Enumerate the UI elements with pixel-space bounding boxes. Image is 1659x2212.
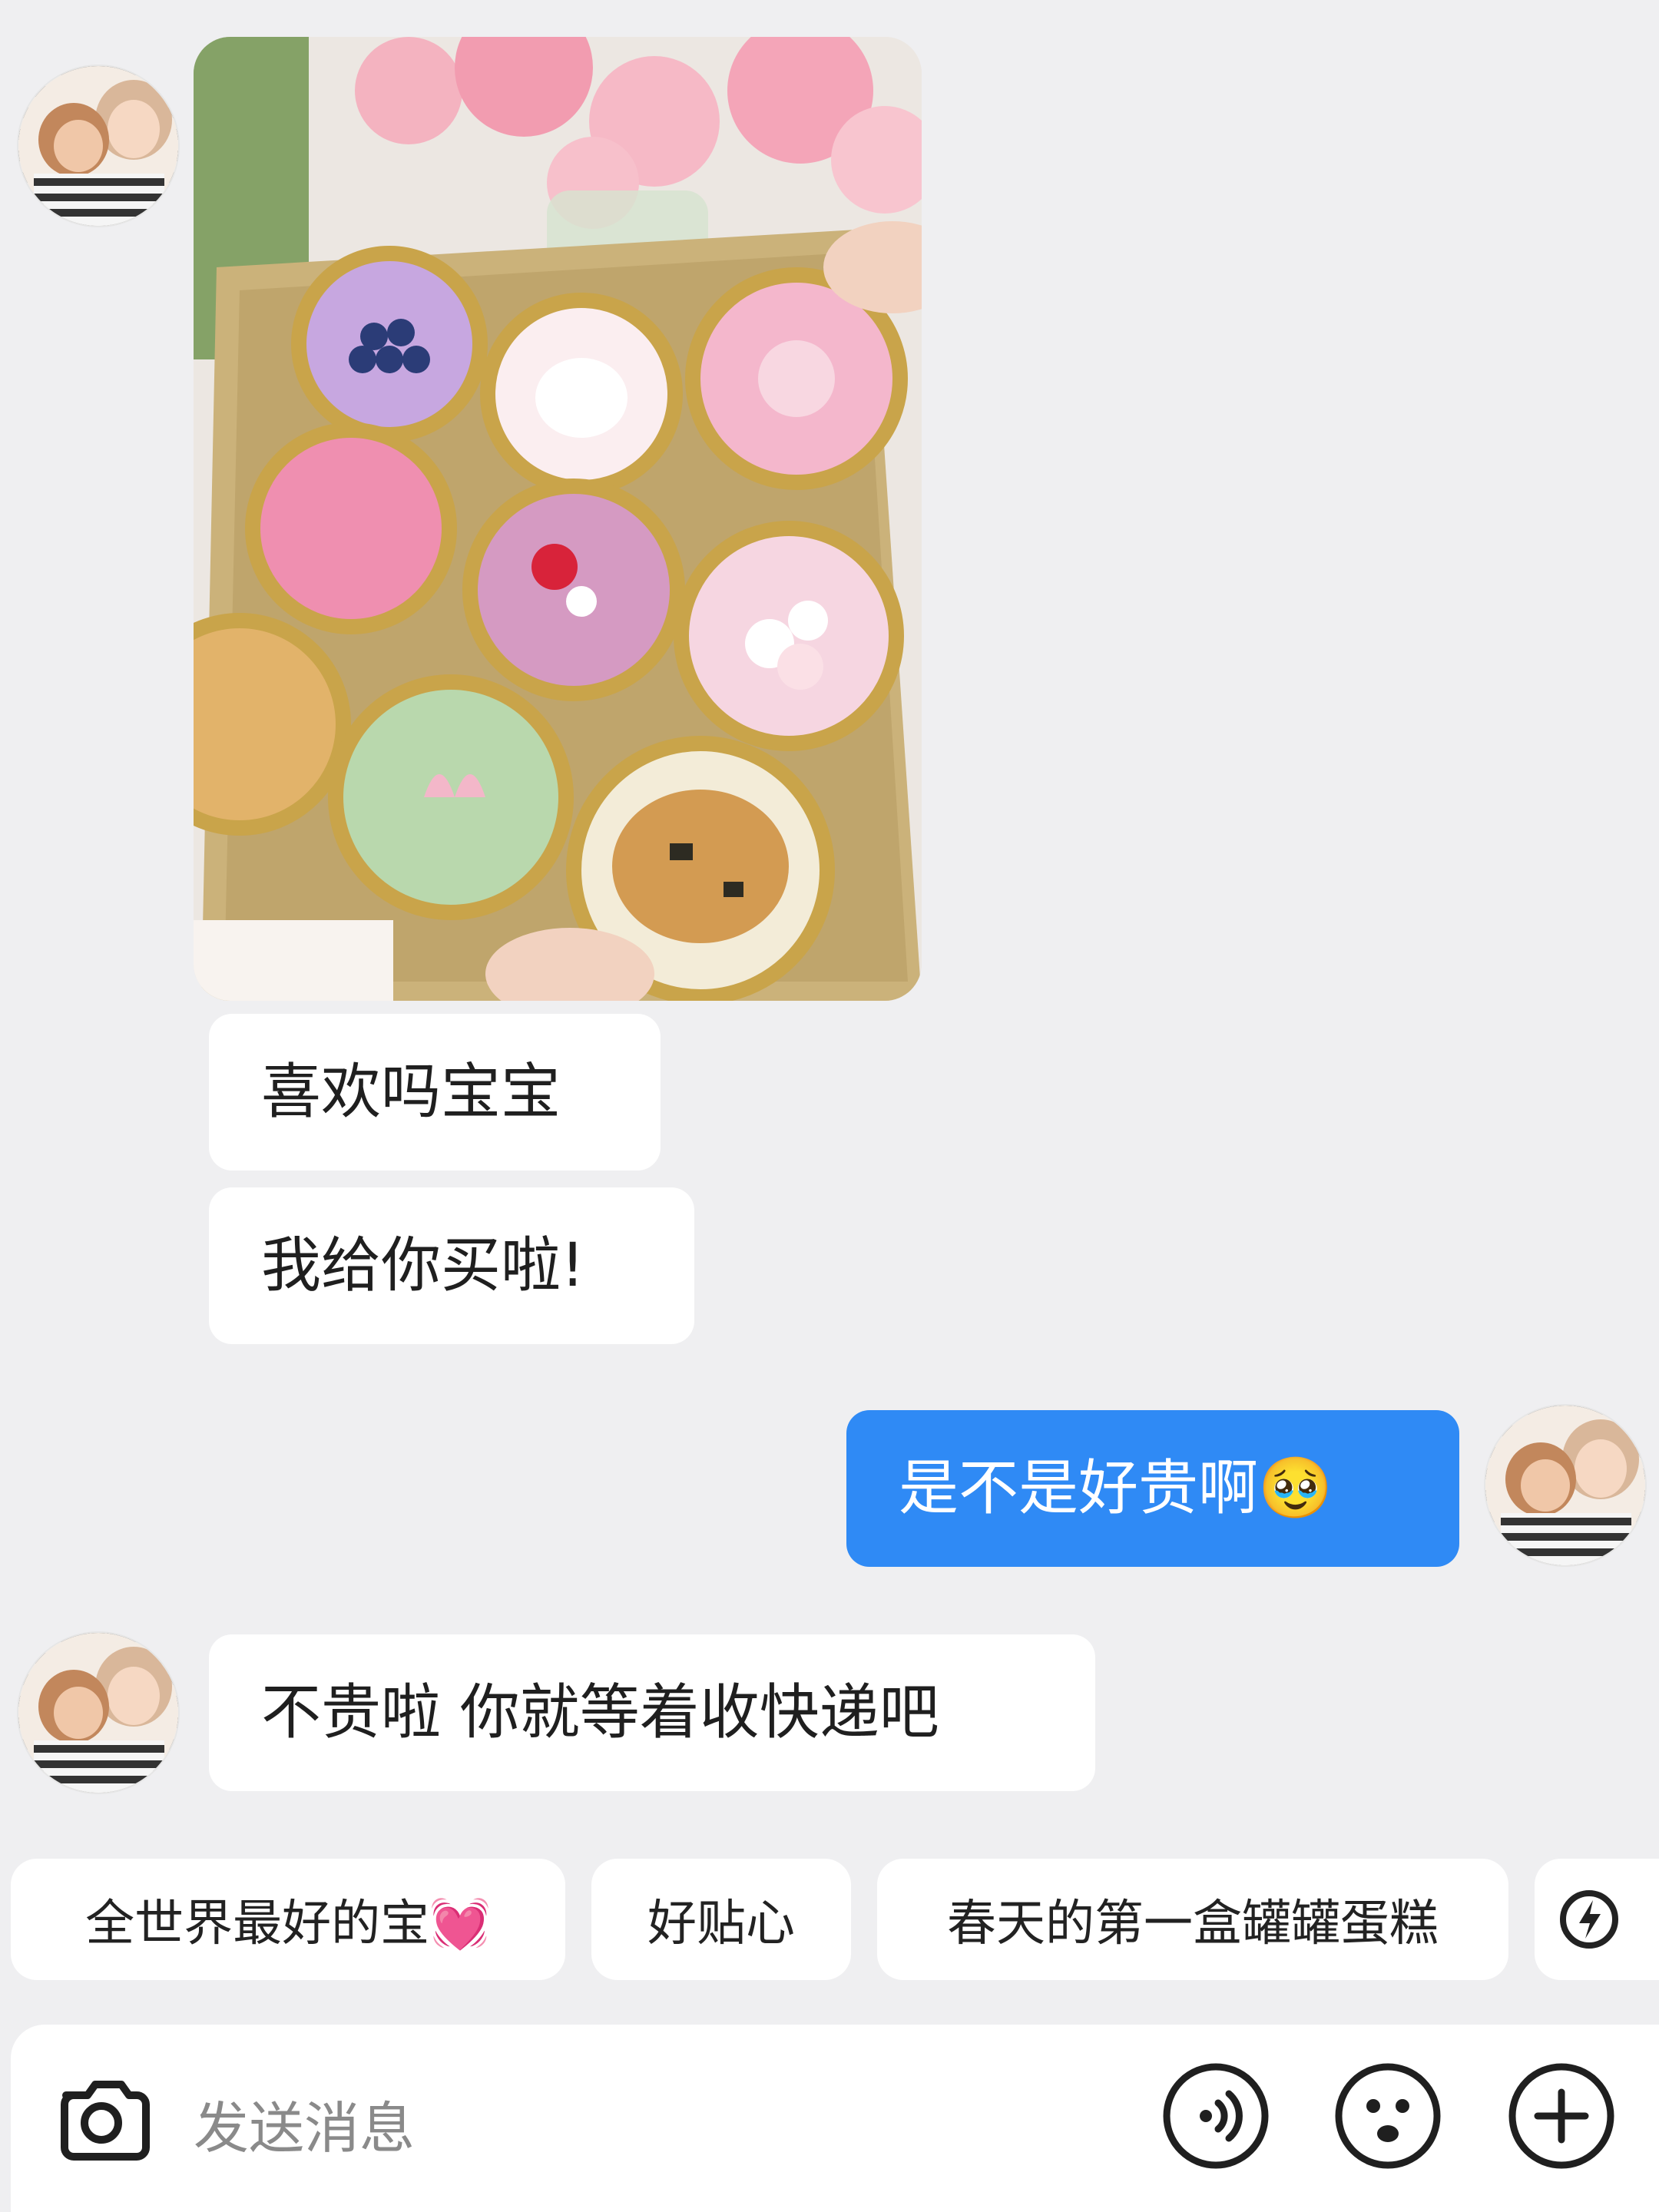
quick-reply-more-chip[interactable] bbox=[1535, 1859, 1659, 1980]
message-text: 是不是好贵啊🥹 bbox=[899, 1454, 1333, 1523]
quick-reply-chip[interactable]: 春天的第一盒罐罐蛋糕 bbox=[877, 1859, 1508, 1980]
lightning-icon bbox=[1560, 1890, 1618, 1949]
message-input-placeholder: 发送消息 bbox=[194, 2096, 416, 2161]
message-text: 不贵啦 你就等着收快递吧 bbox=[261, 1678, 939, 1747]
message-bubble[interactable]: 不贵啦 你就等着收快递吧 bbox=[209, 1634, 1095, 1791]
message-bubble-sent[interactable]: 是不是好贵啊🥹 bbox=[846, 1410, 1459, 1567]
quick-reply-label: 好贴心 bbox=[647, 1896, 795, 1952]
image-message[interactable] bbox=[194, 37, 922, 1001]
quick-reply-label: 春天的第一盒罐罐蛋糕 bbox=[947, 1896, 1439, 1952]
camera-icon[interactable] bbox=[48, 2063, 155, 2171]
emoji-icon[interactable] bbox=[1330, 2058, 1445, 2174]
message-bubble[interactable]: 喜欢吗宝宝 bbox=[209, 1014, 661, 1171]
message-input[interactable]: 发送消息 bbox=[194, 2083, 415, 2164]
avatar[interactable] bbox=[1485, 1406, 1645, 1565]
avatar[interactable] bbox=[18, 66, 178, 226]
quick-reply-label: 全世界最好的宝💓 bbox=[85, 1896, 491, 1952]
message-text: 我给你买啦! bbox=[261, 1231, 585, 1300]
quick-reply-chip[interactable]: 全世界最好的宝💓 bbox=[11, 1859, 565, 1980]
quick-reply-chip[interactable]: 好贴心 bbox=[591, 1859, 851, 1980]
message-text: 喜欢吗宝宝 bbox=[261, 1058, 561, 1127]
plus-icon[interactable] bbox=[1504, 2058, 1619, 2174]
message-bubble[interactable]: 我给你买啦! bbox=[209, 1187, 694, 1344]
avatar[interactable] bbox=[18, 1633, 178, 1793]
voice-icon[interactable] bbox=[1158, 2058, 1273, 2174]
